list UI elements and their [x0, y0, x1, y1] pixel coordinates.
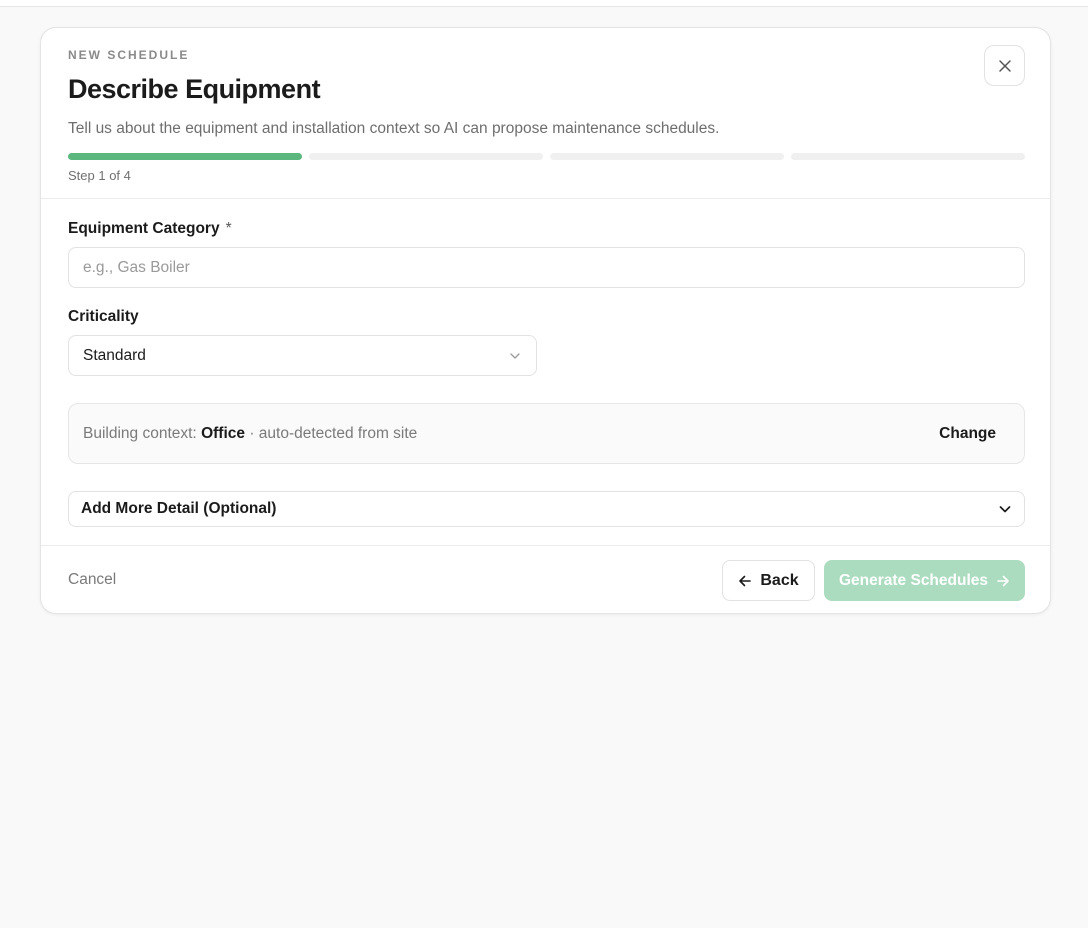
progress-segment-1 — [68, 153, 302, 160]
building-context-value: Office — [201, 424, 245, 442]
back-button-label: Back — [760, 571, 799, 589]
footer-divider — [41, 545, 1050, 546]
chevron-down-icon — [510, 352, 520, 359]
progress-segment-4 — [791, 153, 1025, 160]
arrow-right-icon — [997, 575, 1009, 586]
cancel-button[interactable]: Cancel — [68, 571, 116, 589]
building-context-suffix: · auto-detected from site — [249, 424, 418, 442]
new-schedule-dialog: NEW SCHEDULE Describe Equipment Tell us … — [40, 27, 1051, 614]
criticality-selected-value: Standard — [83, 346, 146, 364]
close-icon — [998, 59, 1011, 72]
dialog-eyebrow: NEW SCHEDULE — [68, 48, 190, 62]
criticality-select[interactable]: Standard — [68, 335, 537, 376]
generate-schedules-button[interactable]: Generate Schedules — [824, 560, 1025, 601]
dialog-subtitle: Tell us about the equipment and installa… — [68, 120, 720, 137]
building-context-box: Building context: Office · auto-detected… — [68, 403, 1025, 464]
required-mark: * — [225, 220, 232, 237]
generate-schedules-label: Generate Schedules — [838, 571, 989, 589]
arrow-left-icon — [739, 575, 752, 586]
equipment-category-label-text: Equipment Category — [68, 220, 220, 237]
step-progress-bar — [68, 153, 1025, 160]
equipment-category-label: Equipment Category * — [68, 220, 232, 238]
building-context-text: Building context: Office · auto-detected… — [83, 425, 417, 443]
top-bar — [0, 0, 1088, 7]
step-label: Step 1 of 4 — [68, 168, 131, 183]
chevron-down-icon — [999, 506, 1011, 513]
add-more-detail-label: Add More Detail (Optional) — [81, 500, 277, 517]
criticality-label: Criticality — [68, 308, 139, 325]
add-more-detail-accordion[interactable]: Add More Detail (Optional) — [68, 491, 1025, 527]
building-context-prefix: Building context: — [83, 424, 197, 442]
progress-segment-3 — [550, 153, 784, 160]
header-divider — [41, 198, 1050, 199]
change-building-context-button[interactable]: Change — [925, 419, 1010, 449]
close-button[interactable] — [984, 45, 1025, 86]
dialog-title: Describe Equipment — [68, 74, 321, 104]
progress-segment-2 — [309, 153, 543, 160]
equipment-category-input[interactable] — [68, 247, 1025, 288]
back-button[interactable]: Back — [722, 560, 815, 601]
